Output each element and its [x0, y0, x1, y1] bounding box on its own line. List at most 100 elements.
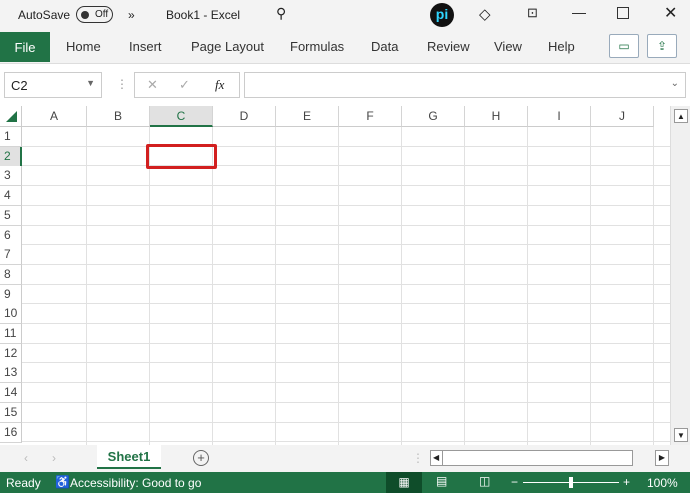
- column-header-a[interactable]: A: [22, 106, 87, 127]
- comment-icon: ▭: [618, 39, 630, 53]
- scroll-up-button[interactable]: ▲: [674, 109, 688, 123]
- row-header-7[interactable]: 7: [0, 245, 22, 266]
- column-header-f[interactable]: F: [339, 106, 402, 127]
- title-bar: AutoSave Off » Book1 - Excel ⚲ pi ◇ ⊡ — …: [0, 0, 690, 30]
- select-all-button[interactable]: [0, 106, 22, 127]
- window-title: Book1 - Excel: [166, 8, 241, 22]
- comments-button[interactable]: ▭: [609, 34, 639, 58]
- gridline: [527, 127, 528, 445]
- next-sheet-button[interactable]: ›: [52, 451, 56, 465]
- tab-file[interactable]: File: [0, 32, 50, 62]
- premium-diamond-icon[interactable]: ◇: [479, 5, 491, 23]
- column-header-c[interactable]: C: [150, 106, 213, 127]
- zoom-out-button[interactable]: −: [511, 475, 518, 489]
- more-commands-button[interactable]: »: [128, 8, 135, 22]
- column-header-h[interactable]: H: [465, 106, 528, 127]
- scroll-left-button[interactable]: ◀: [433, 451, 444, 465]
- gridline: [653, 127, 654, 445]
- tab-data[interactable]: Data: [371, 39, 398, 54]
- tab-formulas[interactable]: Formulas: [290, 39, 344, 54]
- maximize-button[interactable]: [617, 7, 629, 19]
- zoom-in-button[interactable]: +: [623, 475, 630, 489]
- row-header-16[interactable]: 16: [0, 422, 22, 443]
- zoom-slider-thumb[interactable]: [569, 477, 573, 488]
- gridline: [22, 224, 670, 226]
- share-button[interactable]: ⇪: [647, 34, 677, 58]
- formula-input[interactable]: ⌄: [244, 72, 686, 98]
- row-header-14[interactable]: 14: [0, 383, 22, 404]
- gridline: [401, 127, 402, 445]
- name-box[interactable]: C2 ▼: [4, 72, 102, 98]
- account-avatar[interactable]: pi: [430, 3, 454, 27]
- ribbon-display-icon[interactable]: ⊡: [527, 5, 538, 21]
- column-header-j[interactable]: J: [591, 106, 654, 127]
- scroll-right-button[interactable]: ▶: [655, 450, 669, 466]
- tab-help[interactable]: Help: [548, 39, 575, 54]
- row-header-10[interactable]: 10: [0, 304, 22, 325]
- gridline: [590, 127, 591, 445]
- vertical-scrollbar[interactable]: ▲ ▼: [670, 106, 690, 445]
- gridline: [464, 127, 465, 445]
- expand-formula-icon[interactable]: ⌄: [671, 78, 679, 89]
- normal-view-button[interactable]: ▦: [386, 472, 422, 493]
- sheet-tab-sheet1[interactable]: Sheet1: [97, 445, 161, 469]
- name-box-value: C2: [11, 78, 28, 93]
- worksheet-grid[interactable]: A B C D E F G H I J 1 2 3 4 5 6 7 8 9 10 11 12 13 14 15 16: [0, 106, 670, 445]
- zoom-slider[interactable]: [523, 477, 619, 488]
- row-header-5[interactable]: 5: [0, 205, 22, 226]
- horizontal-scrollbar[interactable]: ◀: [430, 450, 633, 466]
- page-layout-view-button[interactable]: ▤: [436, 474, 447, 488]
- tab-review[interactable]: Review: [427, 39, 470, 54]
- cancel-icon[interactable]: ✕: [147, 77, 158, 93]
- search-icon[interactable]: ⚲: [276, 5, 286, 22]
- column-header-e[interactable]: E: [276, 106, 339, 127]
- row-header-2[interactable]: 2: [0, 146, 22, 167]
- column-header-i[interactable]: I: [528, 106, 591, 127]
- chevron-down-icon[interactable]: ▼: [86, 78, 95, 88]
- autosave-label: AutoSave: [18, 8, 71, 22]
- sheet-tab-bar: ‹ › Sheet1 + ⋮ ◀ ▶: [0, 445, 690, 472]
- gridline: [22, 441, 670, 443]
- row-header-11[interactable]: 11: [0, 324, 22, 344]
- row-header-1[interactable]: 1: [0, 127, 22, 147]
- gridline: [22, 421, 670, 423]
- row-header-13[interactable]: 13: [0, 363, 22, 384]
- row-header-4[interactable]: 4: [0, 186, 22, 207]
- row-header-12[interactable]: 12: [0, 343, 22, 364]
- autosave-toggle[interactable]: Off: [76, 6, 113, 23]
- tab-home[interactable]: Home: [66, 39, 101, 54]
- column-header-g[interactable]: G: [402, 106, 465, 127]
- gridline: [22, 244, 670, 246]
- row-header-3[interactable]: 3: [0, 166, 22, 187]
- add-sheet-button[interactable]: +: [193, 450, 209, 466]
- prev-sheet-button[interactable]: ‹: [24, 451, 28, 465]
- column-header-d[interactable]: D: [213, 106, 276, 127]
- gridline: [212, 127, 213, 445]
- zoom-level[interactable]: 100%: [647, 476, 678, 490]
- tab-split-handle[interactable]: ⋮: [412, 451, 424, 465]
- enter-icon[interactable]: ✓: [179, 77, 190, 93]
- gridline: [22, 283, 670, 285]
- row-header-6[interactable]: 6: [0, 225, 22, 246]
- gridline: [22, 185, 670, 187]
- selected-cell-c2[interactable]: [146, 144, 217, 169]
- gridline: [22, 145, 670, 147]
- status-bar: Ready ♿ Accessibility: Good to go ▦ ▤ ◫ …: [0, 472, 690, 493]
- row-header-9[interactable]: 9: [0, 284, 22, 305]
- column-header-b[interactable]: B: [87, 106, 150, 127]
- page-break-view-button[interactable]: ◫: [479, 474, 490, 488]
- close-button[interactable]: ✕: [664, 3, 677, 23]
- gridline: [22, 401, 670, 403]
- accessibility-status[interactable]: Accessibility: Good to go: [70, 476, 201, 490]
- row-header-8[interactable]: 8: [0, 264, 22, 285]
- toggle-knob: [81, 11, 89, 19]
- tab-view[interactable]: View: [494, 39, 522, 54]
- minimize-button[interactable]: —: [572, 4, 586, 20]
- accessibility-icon[interactable]: ♿: [55, 475, 70, 489]
- splitter-handle[interactable]: ⋮: [116, 77, 128, 91]
- tab-page-layout[interactable]: Page Layout: [191, 39, 264, 54]
- tab-insert[interactable]: Insert: [129, 39, 162, 54]
- insert-function-icon[interactable]: fx: [215, 77, 224, 93]
- scroll-down-button[interactable]: ▼: [674, 428, 688, 442]
- row-header-15[interactable]: 15: [0, 402, 22, 423]
